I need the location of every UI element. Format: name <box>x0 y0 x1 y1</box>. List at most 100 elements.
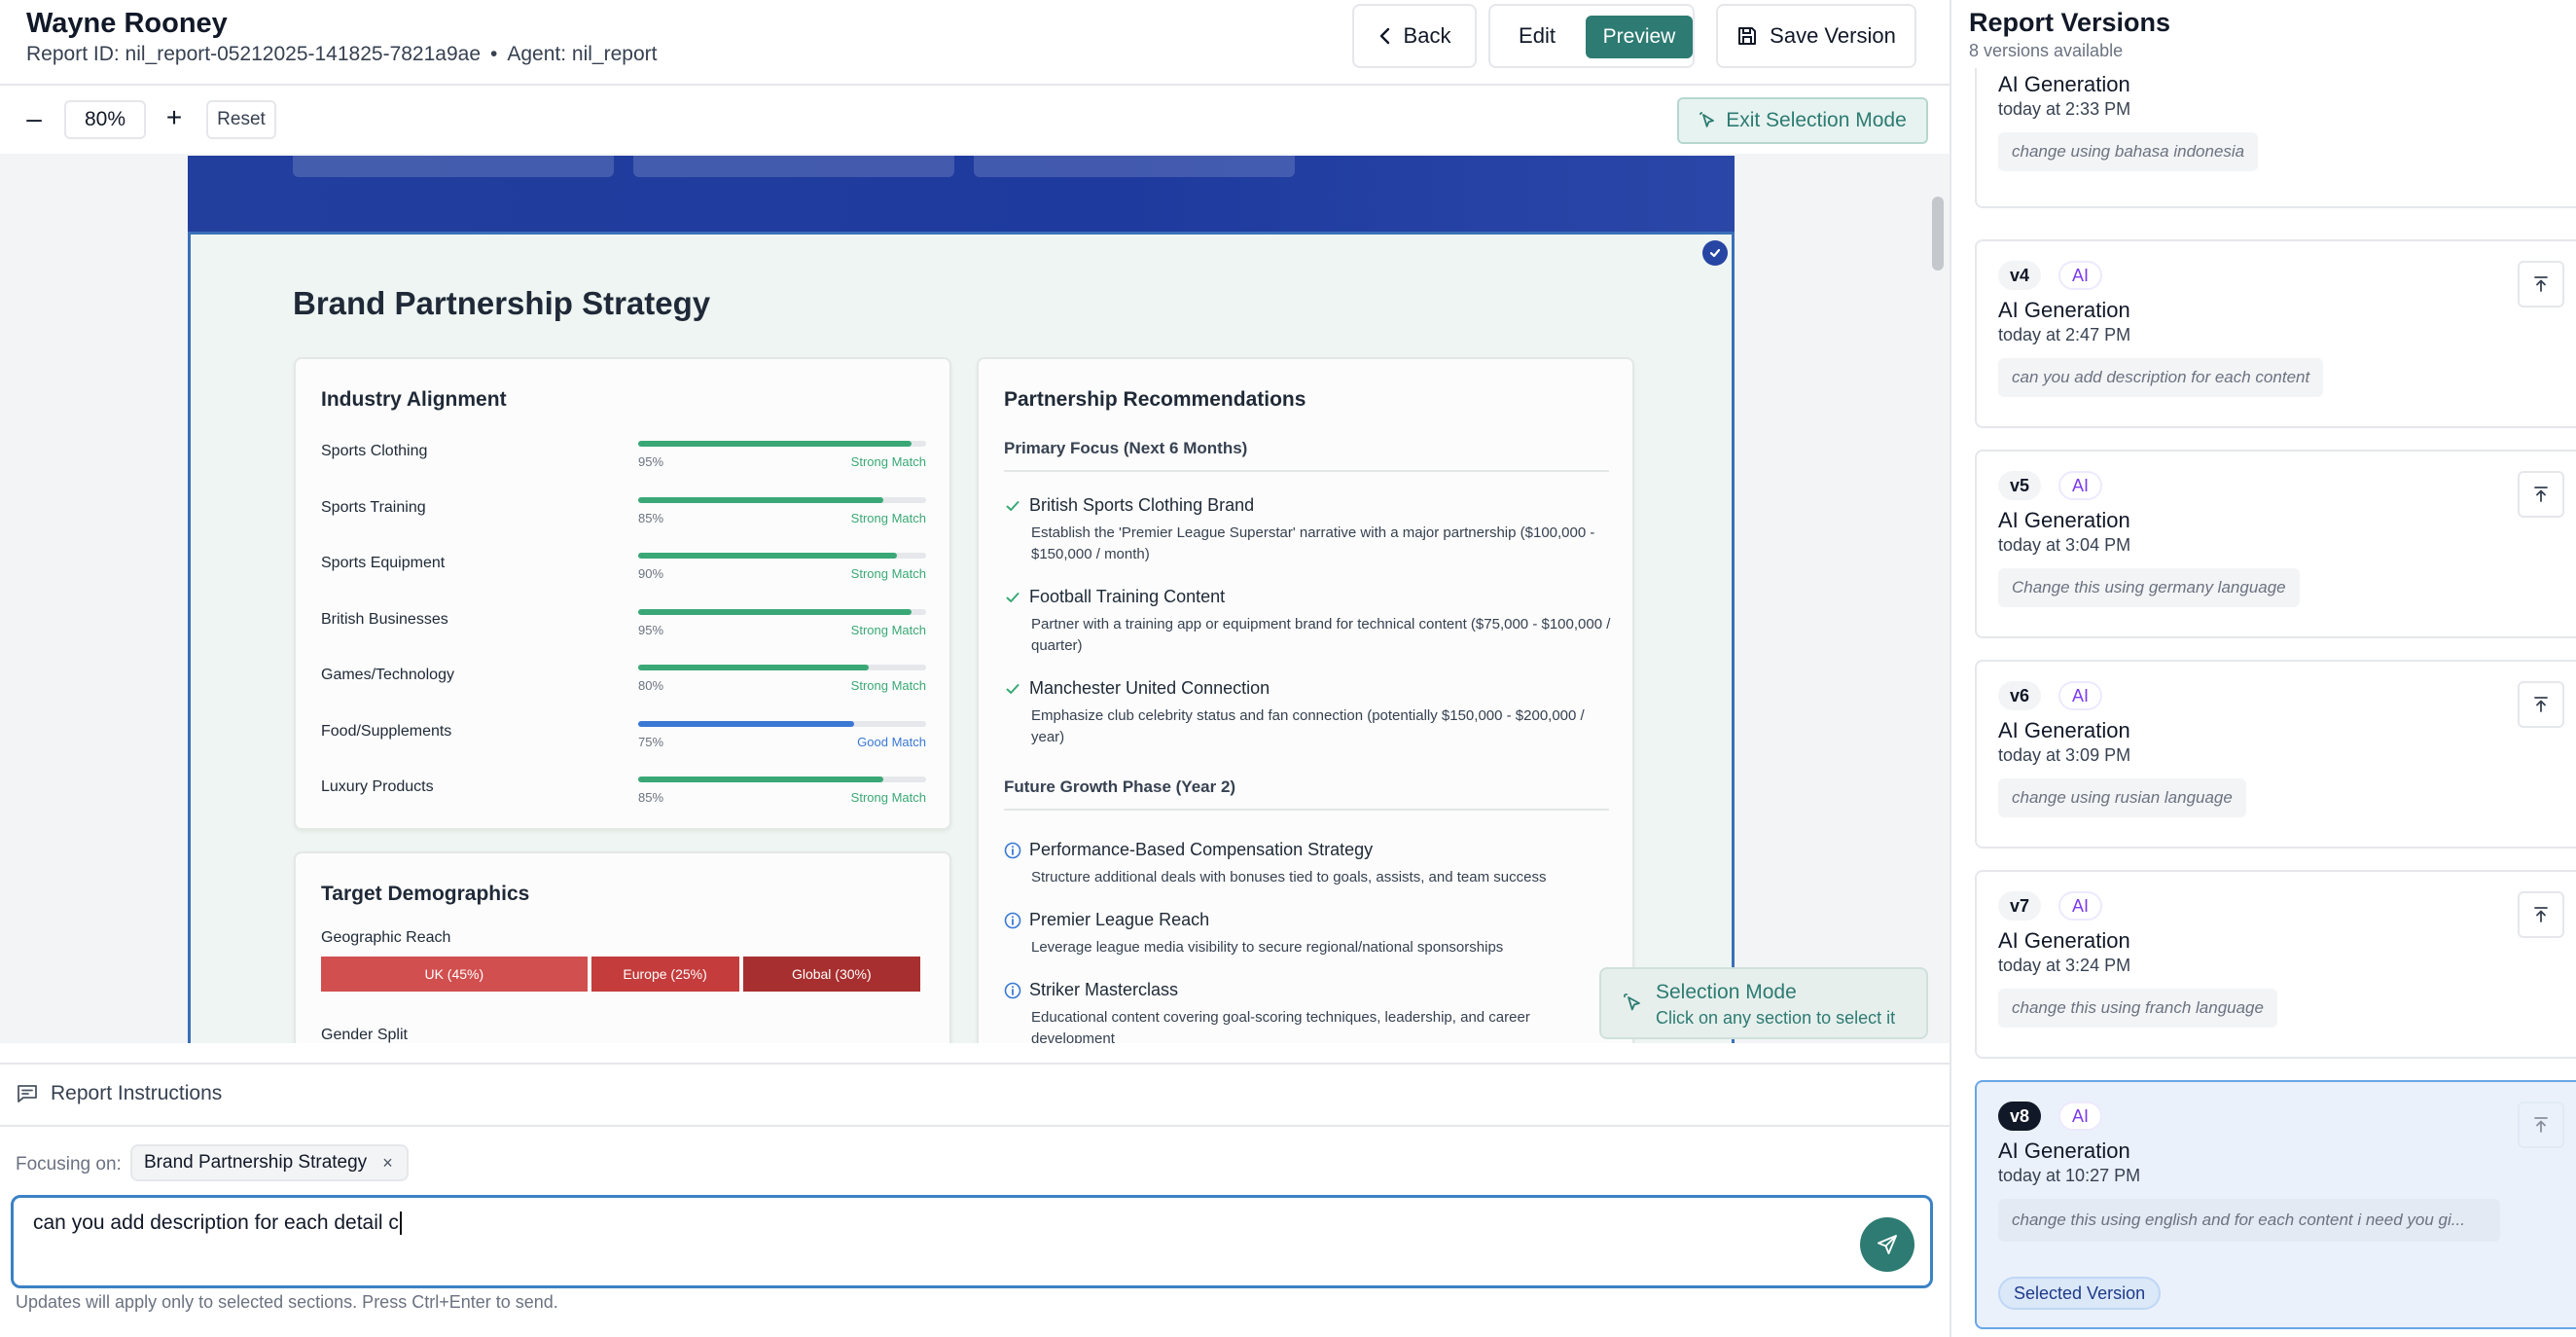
close-icon[interactable]: × <box>382 1153 393 1174</box>
version-card[interactable]: v7 AI AI Generation today at 3:24 PM change … <box>1975 870 2576 1059</box>
cursor-select-icon <box>1623 993 1644 1014</box>
alignment-bar <box>638 777 926 782</box>
industry-name: Sports Training <box>321 498 426 516</box>
recommendation-description: Leverage league media visibility to secu… <box>1031 939 1504 956</box>
partnership-recommendations-card: Partnership Recommendations Primary Focu… <box>977 357 1634 1043</box>
match-label: Strong Match <box>850 566 926 581</box>
recommendation-title: British Sports Clothing Brand <box>1029 495 1255 515</box>
version-timestamp: today at 10:27 PM <box>1998 1166 2141 1185</box>
recommendation-title: Premier League Reach <box>1029 910 1210 929</box>
industry-name: British Businesses <box>321 610 448 628</box>
ai-badge: AI <box>2058 261 2103 290</box>
reset-zoom-button[interactable]: Reset <box>206 100 276 139</box>
alignment-percent: 95% <box>638 454 664 469</box>
focus-label: Focusing on: <box>16 1154 122 1174</box>
version-card[interactable]: v4 AI AI Generation today at 2:47 PM can you… <box>1975 239 2576 428</box>
alignment-bar <box>638 496 926 503</box>
ai-badge: AI <box>2058 471 2103 500</box>
zoom-in-button[interactable]: + <box>161 103 187 132</box>
section-title: Brand Partnership Strategy <box>293 285 711 321</box>
cursor-select-icon <box>1699 111 1718 130</box>
report-preview-canvas[interactable]: Brand Partnership Strategy Industry Alig… <box>0 154 1950 1043</box>
version-card[interactable]: v5 AI AI Generation today at 3:04 PM Change … <box>1975 450 2576 638</box>
version-card[interactable]: v8 AI AI Generation today at 10:27 PM change… <box>1975 1080 2576 1329</box>
version-prompt: change using bahasa indonesia <box>1998 132 2259 171</box>
instructions-hint: Updates will apply only to selected sect… <box>16 1292 558 1312</box>
focus-chip-label: Brand Partnership Strategy <box>144 1152 368 1173</box>
gender-split-label: Gender Split <box>321 1027 408 1043</box>
selected-check-icon <box>1702 240 1728 266</box>
industry-name: Sports Clothing <box>321 443 428 459</box>
recommendation-description: Educational content covering goal-scorin… <box>1031 1009 1530 1043</box>
restore-version-button[interactable] <box>2518 891 2564 938</box>
version-title: AI Generation <box>1998 72 2130 96</box>
preview-scrollbar[interactable] <box>1932 197 1944 271</box>
save-version-button[interactable]: Save Version <box>1716 4 1916 68</box>
alignment-bar-fill <box>638 441 912 447</box>
version-prompt: can you add description for each content <box>1998 358 2324 397</box>
recommendation-title: Performance-Based Compensation Strategy <box>1029 840 1374 859</box>
edit-button[interactable]: Edit <box>1490 6 1584 66</box>
back-button[interactable]: Back <box>1352 4 1477 68</box>
version-title: AI Generation <box>1998 928 2130 953</box>
instruction-input-value: can you add description for each detail … <box>33 1211 399 1234</box>
version-timestamp: today at 2:33 PM <box>1998 99 2131 119</box>
report-instructions-panel: Report Instructions Focusing on: Brand P… <box>0 1063 1950 1337</box>
restore-version-button[interactable] <box>2518 261 2564 307</box>
preview-button[interactable]: Preview <box>1586 16 1693 58</box>
selection-mode-description: Click on any section to select it <box>1656 1008 1896 1028</box>
version-title: AI Generation <box>1998 1138 2130 1163</box>
version-card[interactable]: AI Generation today at 2:33 PM change usin… <box>1975 68 2576 208</box>
exit-selection-mode-button[interactable]: Exit Selection Mode <box>1677 97 1928 144</box>
send-button[interactable] <box>1860 1217 1914 1272</box>
version-prompt: change this using franch language <box>1998 989 2277 1028</box>
info-icon <box>1004 982 1021 999</box>
future-growth-title: Future Growth Phase (Year 2) <box>1004 777 1236 796</box>
arrow-up-to-line-icon <box>2531 485 2551 504</box>
alignment-bar <box>638 553 926 559</box>
recommendation-title: Football Training Content <box>1029 587 1226 606</box>
instructions-title: Report Instructions <box>51 1082 223 1104</box>
geo-segment: UK (45%) <box>321 957 588 992</box>
version-badge: v8 <box>1998 1102 2042 1131</box>
alignment-percent: 85% <box>638 510 664 525</box>
zoom-out-button[interactable]: – <box>21 105 47 134</box>
instruction-input-text: can you add description for each detail … <box>33 1211 402 1236</box>
text-caret <box>399 1211 402 1236</box>
recommendation-title: Manchester United Connection <box>1029 678 1270 698</box>
selection-mode-toast: Selection Mode Click on any section to s… <box>1599 967 1928 1039</box>
instruction-input[interactable]: can you add description for each detail … <box>11 1195 1933 1288</box>
header-tab-placeholder <box>293 156 614 177</box>
send-icon <box>1876 1233 1899 1256</box>
industry-row: Luxury Products 85% Strong Match <box>321 777 930 817</box>
brand-partnership-section[interactable]: Brand Partnership Strategy Industry Alig… <box>188 232 1735 1043</box>
primary-focus-title: Primary Focus (Next 6 Months) <box>1004 439 1248 457</box>
recommendation-description: Partner with a training app or equipment… <box>1031 616 1611 654</box>
restore-version-button[interactable] <box>2518 471 2564 518</box>
version-title: AI Generation <box>1998 718 2130 742</box>
version-badge: v7 <box>1998 891 2042 921</box>
card-title: Target Demographics <box>321 883 530 905</box>
alignment-percent: 85% <box>638 790 664 805</box>
card-title: Industry Alignment <box>321 388 507 411</box>
arrow-up-to-line-icon <box>2531 274 2551 294</box>
alignment-bar <box>638 608 926 615</box>
version-card[interactable]: v6 AI AI Generation today at 3:09 PM change … <box>1975 660 2576 849</box>
restore-version-button <box>2518 1102 2564 1148</box>
alignment-bar-fill <box>638 608 912 615</box>
ai-badge: AI <box>2058 681 2103 710</box>
geo-segment: Europe (25%) <box>590 957 739 992</box>
exit-selection-label: Exit Selection Mode <box>1726 109 1907 131</box>
version-title: AI Generation <box>1998 508 2130 532</box>
recommendation-title: Striker Masterclass <box>1029 980 1179 999</box>
sidebar-title: Report Versions <box>1969 8 2171 37</box>
industry-row: Sports Equipment 90% Strong Match <box>321 553 930 594</box>
save-version-label: Save Version <box>1770 23 1896 48</box>
version-badge: v4 <box>1998 261 2042 290</box>
report-id: Report ID: nil_report-05212025-141825-78… <box>26 43 482 65</box>
instructions-header[interactable]: Report Instructions <box>0 1065 1950 1127</box>
restore-version-button[interactable] <box>2518 681 2564 728</box>
alignment-percent: 95% <box>638 622 664 637</box>
alignment-bar-fill <box>638 496 883 503</box>
info-icon <box>1004 912 1021 929</box>
